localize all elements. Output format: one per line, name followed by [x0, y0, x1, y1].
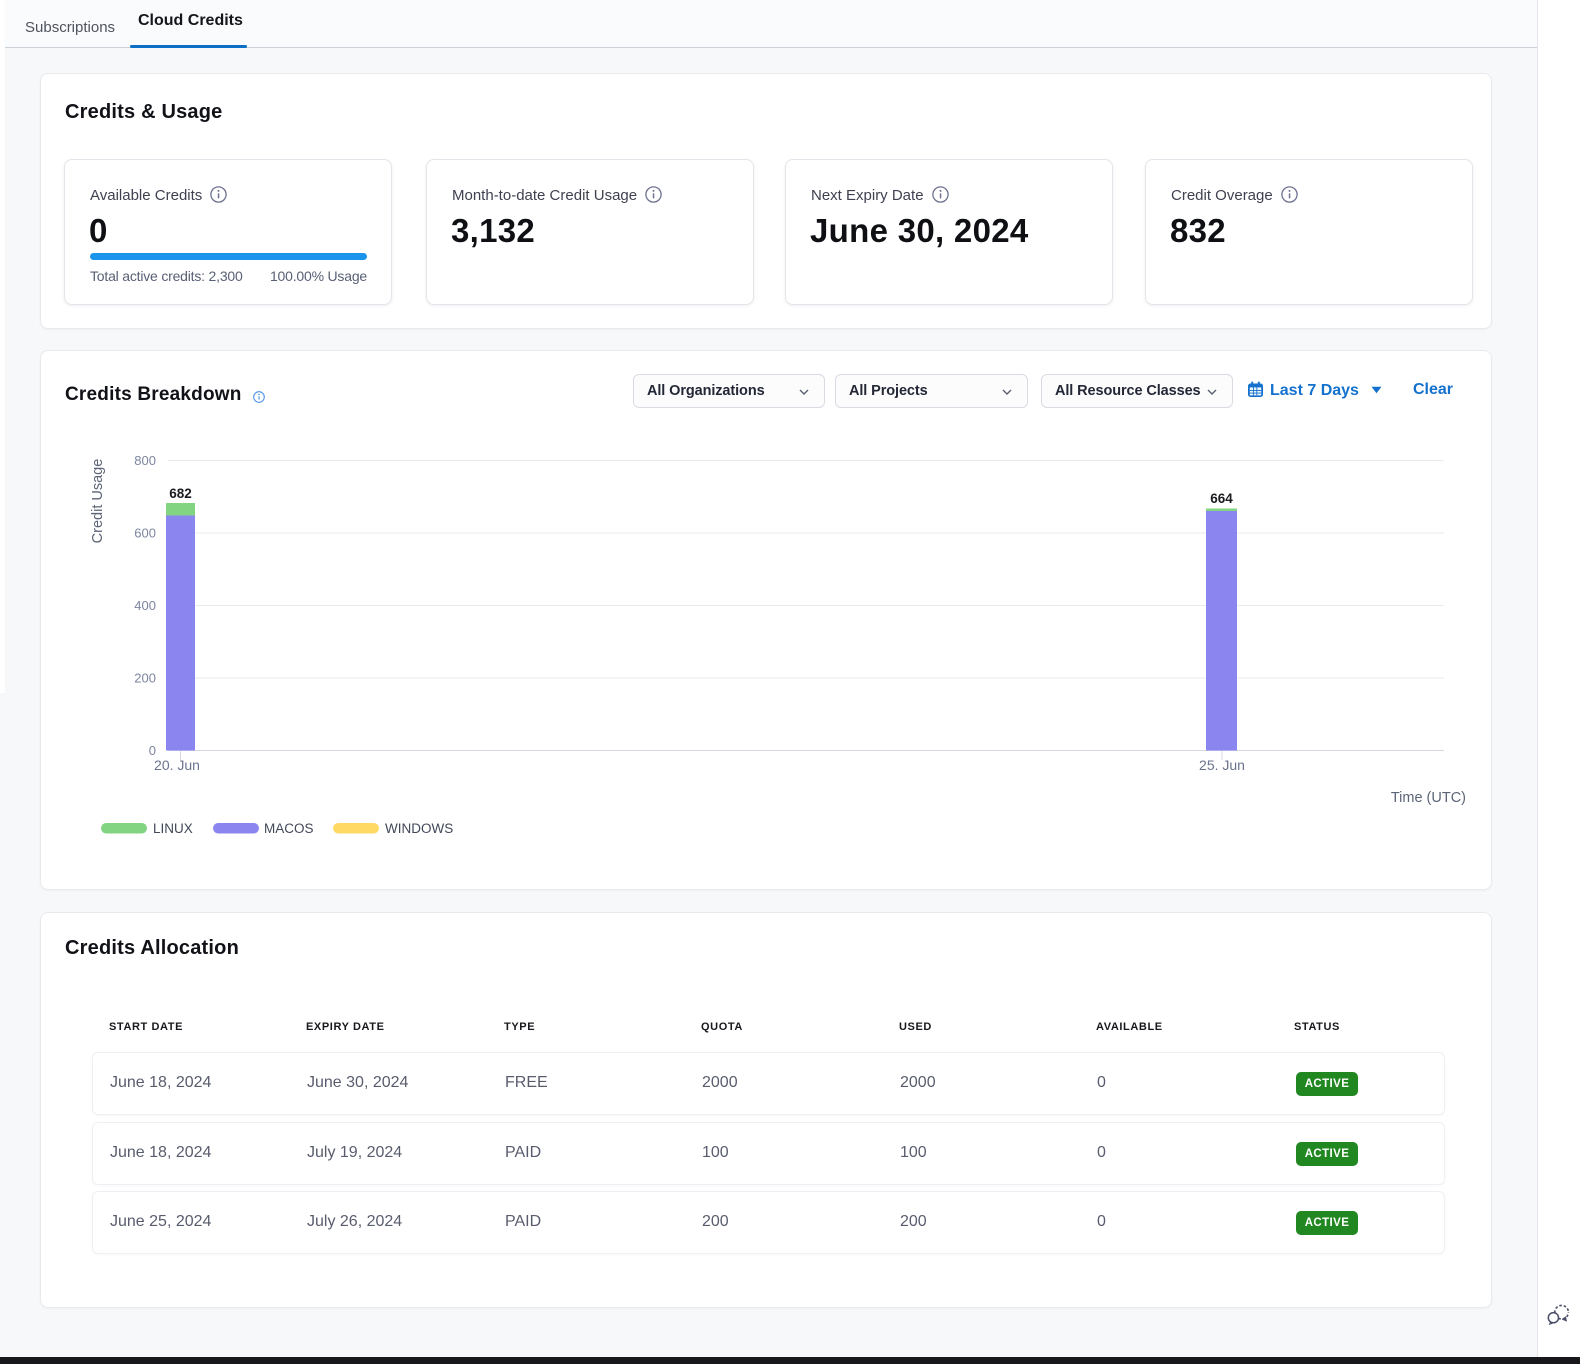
svg-text:682: 682	[169, 486, 192, 501]
svg-text:LINUX: LINUX	[153, 821, 193, 836]
svg-text:400: 400	[134, 598, 156, 613]
svg-text:0: 0	[149, 743, 156, 758]
svg-text:664: 664	[1210, 491, 1233, 506]
svg-text:20. Jun: 20. Jun	[154, 757, 200, 773]
svg-text:WINDOWS: WINDOWS	[385, 821, 453, 836]
svg-text:200: 200	[134, 671, 156, 686]
svg-text:Credit Usage: Credit Usage	[90, 459, 106, 544]
svg-text:Time (UTC): Time (UTC)	[1391, 790, 1466, 806]
svg-text:25. Jun: 25. Jun	[1199, 757, 1245, 773]
svg-text:800: 800	[134, 453, 156, 468]
svg-text:MACOS: MACOS	[264, 821, 314, 836]
svg-text:600: 600	[134, 526, 156, 541]
